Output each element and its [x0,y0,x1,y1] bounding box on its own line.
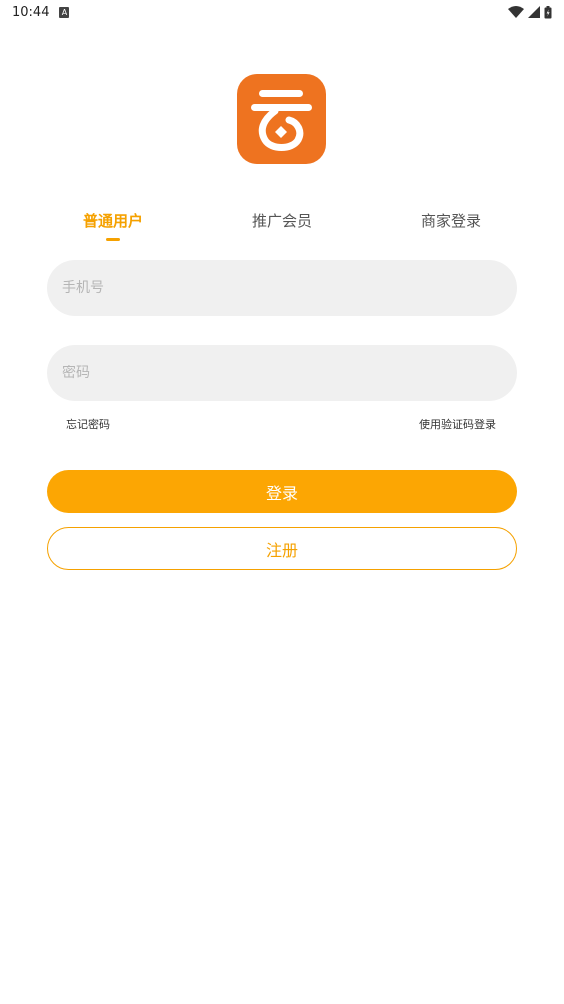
forgot-password-link[interactable]: 忘记密码 [66,416,110,432]
auth-links: 忘记密码 使用验证码登录 [0,416,564,434]
a-letter-icon: A [59,6,70,18]
login-screen: 10:44 A 普通用户 推广会员 商家登录 手机号 忘记密码 使用验证码登录 … [0,0,564,1004]
sms-login-link[interactable]: 使用验证码登录 [419,416,496,432]
cloud-coin-logo-icon [251,90,312,151]
wifi-icon [508,5,524,18]
login-button[interactable]: 登录 [47,470,517,513]
app-logo [237,74,326,164]
tab-normal-user[interactable]: 普通用户 [53,210,173,231]
phone-input[interactable] [62,280,517,296]
status-left: 10:44 A [12,4,70,20]
login-type-tabs: 普通用户 推广会员 商家登录 [0,210,564,250]
signal-icon [528,6,540,18]
active-tab-indicator [106,238,120,241]
register-button[interactable]: 注册 [47,527,517,570]
password-field [47,345,517,401]
tab-merchant-login[interactable]: 商家登录 [391,210,511,231]
password-input[interactable] [62,365,517,381]
tab-promotion-member[interactable]: 推广会员 [222,210,342,231]
battery-icon [544,5,552,18]
phone-field [47,260,517,316]
status-bar: 10:44 A [0,0,564,24]
status-time: 10:44 [12,4,50,20]
status-icons [508,5,552,19]
